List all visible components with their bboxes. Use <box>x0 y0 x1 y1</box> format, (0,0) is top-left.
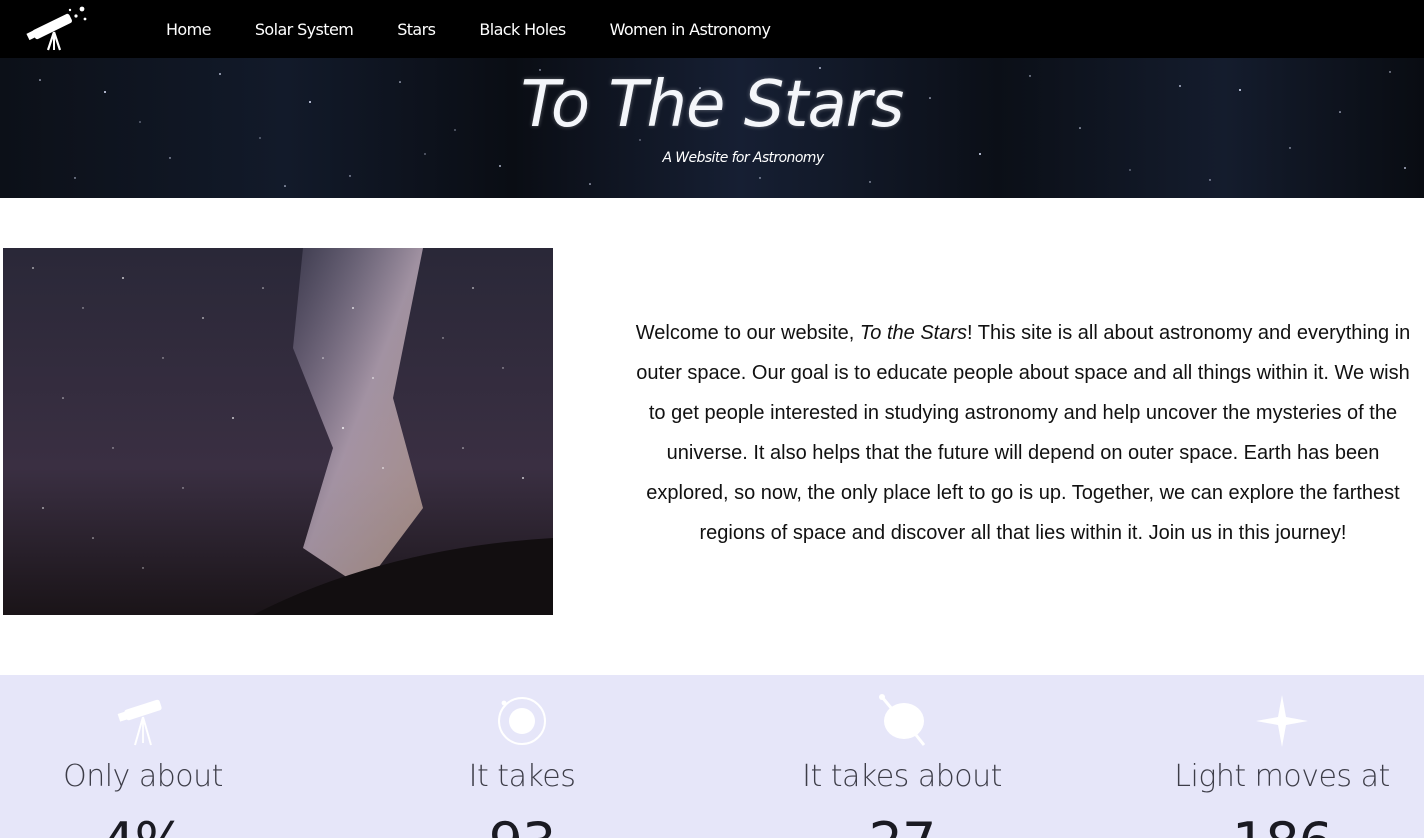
fact-lead-text: It takes <box>468 759 576 794</box>
nav-link-home[interactable]: Home <box>144 20 233 39</box>
intro-site-name: To the Stars <box>859 322 968 344</box>
hero-banner: To The Stars A Website for Astronomy <box>0 58 1424 198</box>
nav-link-women-in-astronomy[interactable]: Women in Astronomy <box>588 20 793 39</box>
nav-link-solar-system[interactable]: Solar System <box>233 20 375 39</box>
fact-number: 4% <box>0 811 321 838</box>
site-tagline: A Website for Astronomy <box>662 150 824 166</box>
milky-way-photo <box>3 248 553 615</box>
site-title: To The Stars <box>520 68 905 142</box>
facts-section: Only about 4% It takes 93 It takes about… <box>0 675 1424 838</box>
fact-lead-text: It takes about <box>802 759 1002 794</box>
top-navbar: Home Solar System Stars Black Holes Wome… <box>0 0 1424 58</box>
telescope-icon[interactable] <box>26 4 90 52</box>
intro-text-end: ! This site is all about astronomy and e… <box>636 322 1411 544</box>
fact-number: 27 <box>724 811 1080 838</box>
satellite-icon <box>872 693 932 749</box>
intro-paragraph: Welcome to our website, To the Stars! Th… <box>632 313 1414 553</box>
fact-lead-text: Only about <box>63 759 223 794</box>
star-sparkle-icon <box>1252 693 1312 749</box>
nav-links: Home Solar System Stars Black Holes Wome… <box>144 0 792 58</box>
fact-number: 186 <box>1104 811 1424 838</box>
fact-lead-text: Light moves at <box>1174 759 1390 794</box>
planet-ring-icon <box>492 693 552 749</box>
nav-link-black-holes[interactable]: Black Holes <box>457 20 587 39</box>
intro-text-start: Welcome to our website, <box>635 322 860 344</box>
telescope-icon <box>113 693 173 749</box>
fact-number: 93 <box>344 811 700 838</box>
nav-link-stars[interactable]: Stars <box>375 20 457 39</box>
